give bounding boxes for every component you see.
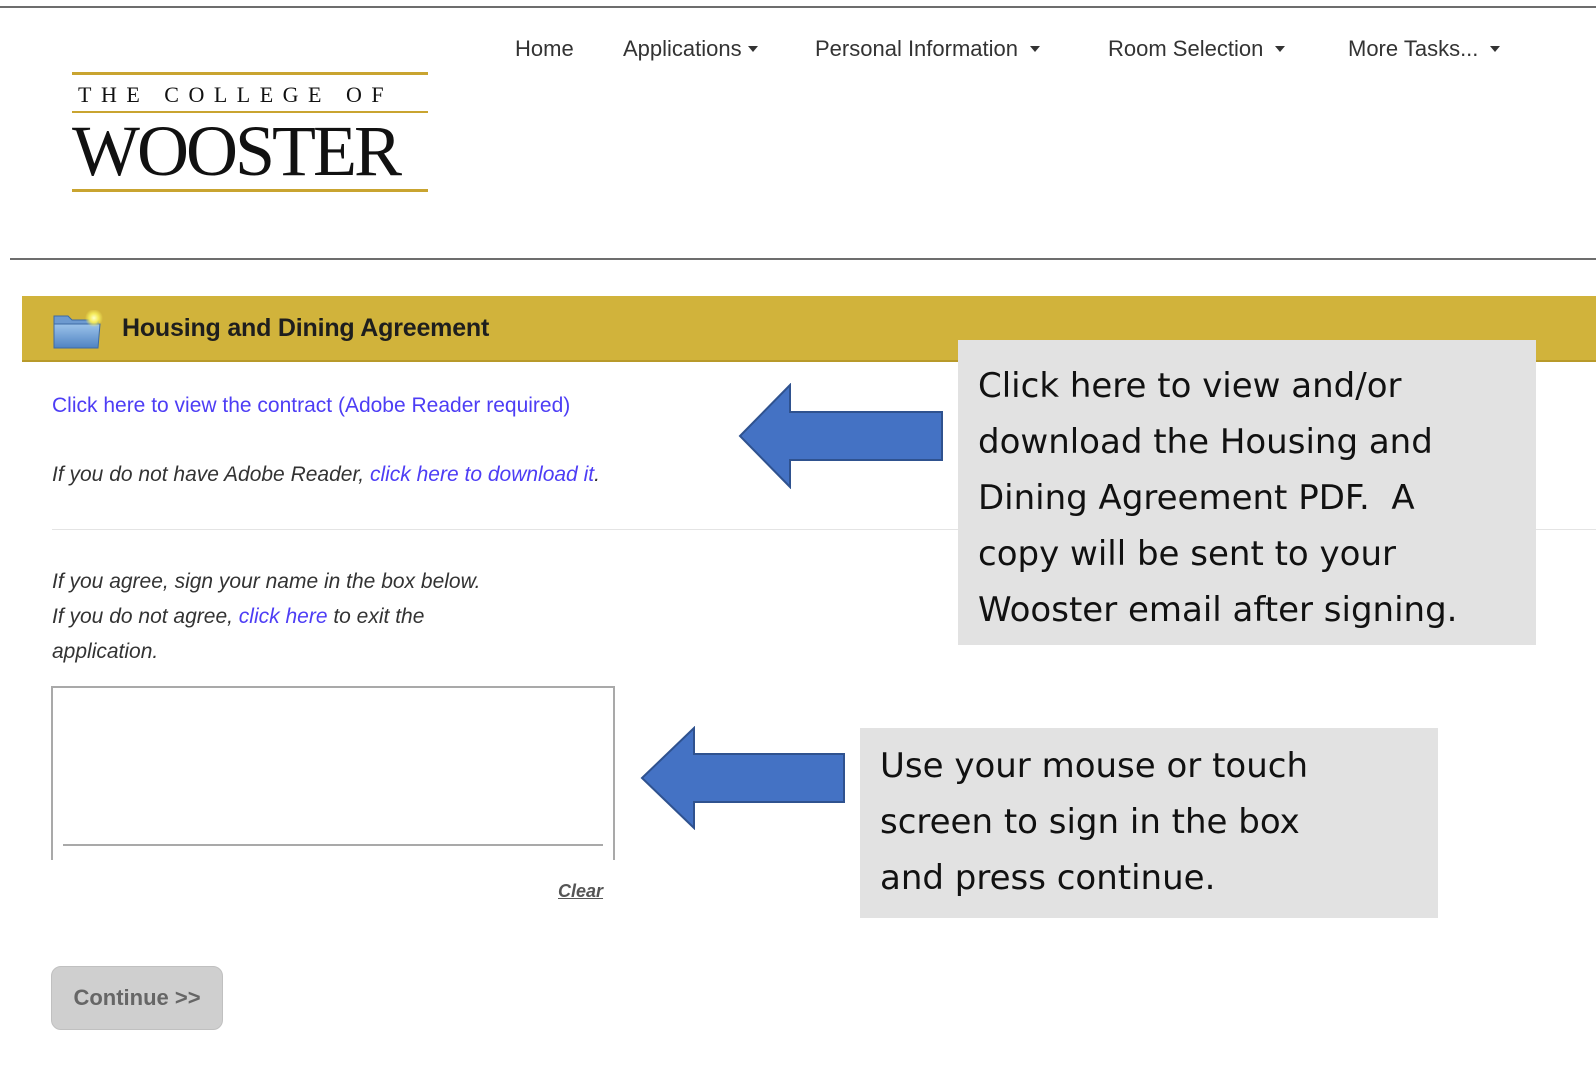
arrow-left-icon bbox=[640, 726, 845, 830]
callout-text-line: Dining Agreement PDF. A bbox=[978, 478, 1415, 518]
adobe-note-suffix: . bbox=[594, 463, 600, 486]
exit-application-link[interactable]: click here bbox=[239, 605, 328, 628]
nav-room-selection[interactable]: Room Selection bbox=[1108, 36, 1286, 62]
caret-down-icon bbox=[1275, 45, 1286, 52]
nav-home-label: Home bbox=[515, 36, 574, 61]
disagree-prefix: If you do not agree, bbox=[52, 605, 239, 628]
top-border bbox=[0, 6, 1596, 8]
disagree-instruction: If you do not agree, click here to exit … bbox=[52, 605, 424, 629]
caret-down-icon bbox=[1030, 45, 1040, 52]
nav-applications[interactable]: Applications bbox=[623, 36, 758, 62]
adobe-reader-note: If you do not have Adobe Reader, click h… bbox=[52, 463, 600, 487]
view-contract-link[interactable]: Click here to view the contract (Adobe R… bbox=[52, 394, 570, 418]
panel-title: Housing and Dining Agreement bbox=[122, 314, 490, 342]
download-adobe-link[interactable]: click here to download it bbox=[370, 463, 594, 486]
callout-text-line: and press continue. bbox=[880, 858, 1216, 898]
callout-text-line: screen to sign in the box bbox=[880, 802, 1300, 842]
callout-text-line: copy will be sent to your bbox=[978, 534, 1396, 574]
adobe-note-prefix: If you do not have Adobe Reader, bbox=[52, 463, 370, 486]
callout-text-line: download the Housing and bbox=[978, 422, 1433, 462]
signature-pad[interactable] bbox=[51, 686, 615, 860]
nav-applications-label: Applications bbox=[623, 36, 742, 61]
callout-text-line: Use your mouse or touch bbox=[880, 746, 1309, 786]
arrow-left-icon bbox=[738, 383, 943, 489]
disagree-suffix: to exit the bbox=[327, 605, 425, 628]
logo-rule-top bbox=[72, 72, 428, 75]
nav-personal-information[interactable]: Personal Information bbox=[815, 36, 1040, 62]
college-logo[interactable]: THE COLLEGE OF WOOSTER bbox=[72, 72, 428, 196]
nav-home[interactable]: Home bbox=[515, 36, 574, 62]
caret-down-icon bbox=[747, 45, 758, 52]
folder-icon bbox=[53, 310, 103, 349]
nav-personal-information-label: Personal Information bbox=[815, 36, 1018, 61]
signature-baseline bbox=[63, 844, 603, 846]
nav-more-tasks-label: More Tasks... bbox=[1348, 36, 1479, 61]
nav-room-selection-label: Room Selection bbox=[1108, 36, 1264, 61]
clear-signature-link[interactable]: Clear bbox=[558, 881, 603, 902]
callout-text-line: Wooster email after signing. bbox=[978, 590, 1458, 630]
continue-button[interactable]: Continue >> bbox=[51, 966, 223, 1030]
callout-text-line: Click here to view and/or bbox=[978, 366, 1402, 406]
logo-line2: WOOSTER bbox=[72, 111, 402, 191]
header-divider bbox=[10, 258, 1596, 260]
caret-down-icon bbox=[1490, 45, 1501, 52]
logo-rule-bottom bbox=[72, 189, 428, 192]
logo-line1: THE COLLEGE OF bbox=[78, 82, 394, 107]
nav-more-tasks[interactable]: More Tasks... bbox=[1348, 36, 1501, 62]
contract-callout: Click here to view and/or download the H… bbox=[958, 340, 1536, 645]
agree-instruction: If you agree, sign your name in the box … bbox=[52, 570, 481, 593]
disagree-instruction-continued: application. bbox=[52, 640, 159, 663]
signature-callout: Use your mouse or touch screen to sign i… bbox=[860, 728, 1438, 918]
